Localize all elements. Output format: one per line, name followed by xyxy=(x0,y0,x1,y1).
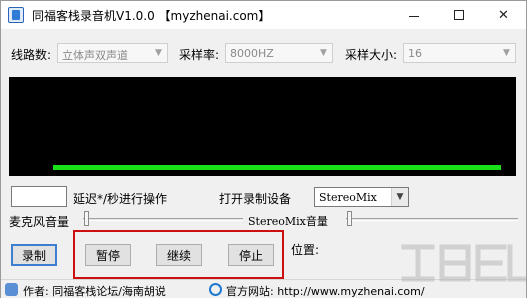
channels-select[interactable]: 立体声双声道 ▼ xyxy=(57,43,168,63)
sample-size-select[interactable]: 16 ▼ xyxy=(403,43,516,63)
delay-input[interactable] xyxy=(11,186,67,207)
delay-label: 延迟*/秒进行操作 xyxy=(73,192,168,206)
chevron-down-icon: ▼ xyxy=(320,48,327,58)
chevron-down-icon: ▼ xyxy=(503,48,510,58)
waveform-display xyxy=(9,77,516,176)
highlight-box xyxy=(73,230,284,279)
device-value: StereoMix xyxy=(319,191,377,204)
channels-value: 立体声双声道 xyxy=(62,49,128,62)
stereomix-volume-track[interactable] xyxy=(346,218,518,221)
sample-rate-label: 采样率: xyxy=(179,48,220,62)
chevron-down-icon: ▼ xyxy=(391,188,408,206)
title-bar: 同福客栈录音机V1.0.0 【myzhenai.com】 ✕ xyxy=(1,1,526,29)
stereomix-volume-thumb[interactable] xyxy=(347,211,352,226)
stereomix-volume-label: StereoMix音量 xyxy=(248,215,328,228)
channels-label: 线路数: xyxy=(11,48,52,62)
window-title: 同福客栈录音机V1.0.0 【myzhenai.com】 xyxy=(32,9,271,23)
device-select[interactable]: StereoMix ▼ xyxy=(314,187,409,207)
app-window: 同福客栈录音机V1.0.0 【myzhenai.com】 ✕ 线路数: 立体声双… xyxy=(0,0,527,298)
sample-size-label: 采样大小: xyxy=(345,48,398,62)
close-icon: ✕ xyxy=(498,7,509,23)
watermark-logo xyxy=(401,244,526,282)
app-icon xyxy=(8,7,24,23)
minimize-button[interactable] xyxy=(391,1,436,29)
position-label: 位置: xyxy=(291,243,320,257)
author-text: 作者: 同福客栈论坛/海南胡说 xyxy=(23,285,166,298)
browser-icon xyxy=(209,283,222,296)
sample-size-value: 16 xyxy=(408,47,422,60)
level-meter-bar xyxy=(53,165,501,170)
website-link[interactable]: 官方网站: http://www.myzhenai.com/ xyxy=(226,283,425,298)
mic-volume-thumb[interactable] xyxy=(84,211,89,226)
minimize-icon xyxy=(408,15,419,17)
chevron-down-icon: ▼ xyxy=(155,48,162,58)
sample-rate-value: 8000HZ xyxy=(230,47,274,60)
maximize-icon xyxy=(453,10,464,20)
device-label: 打开录制设备 xyxy=(219,192,292,206)
sample-rate-select[interactable]: 8000HZ ▼ xyxy=(225,43,333,63)
record-button[interactable]: 录制 xyxy=(11,244,57,266)
maximize-button[interactable] xyxy=(436,1,481,29)
mic-volume-label: 麦克风音量 xyxy=(9,215,70,229)
mic-volume-track[interactable] xyxy=(83,218,243,221)
author-icon xyxy=(5,283,18,296)
close-button[interactable]: ✕ xyxy=(481,1,526,29)
